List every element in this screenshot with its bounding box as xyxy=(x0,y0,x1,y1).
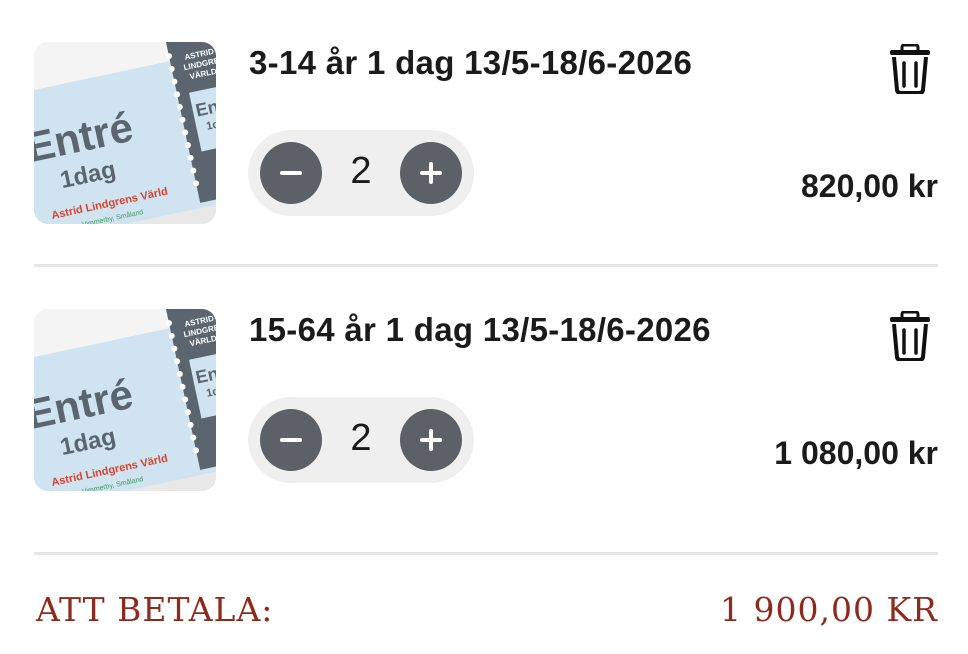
plus-icon xyxy=(420,429,442,451)
increase-quantity-button[interactable] xyxy=(400,409,462,471)
cart-item: Entré 1dag Astrid Lindgrens Värld Vimmer… xyxy=(34,40,938,230)
item-price: 820,00 kr xyxy=(800,168,938,204)
divider xyxy=(34,264,938,267)
decrease-quantity-button[interactable] xyxy=(260,142,322,204)
stub-small-text: 1d xyxy=(205,118,216,132)
quantity-value: 2 xyxy=(350,417,372,459)
cart: Entré 1dag Astrid Lindgrens Värld Vimmer… xyxy=(0,0,968,654)
total-value: 1 900,00 KR xyxy=(720,590,938,629)
cart-item: Entré 1dag Astrid Lindgrens Värld Vimmer… xyxy=(34,307,938,497)
ticket-image: Entré 1dag Astrid Lindgrens Värld Vimmer… xyxy=(34,42,216,224)
divider xyxy=(34,552,938,555)
trash-icon[interactable] xyxy=(888,310,932,362)
plus-icon xyxy=(420,162,442,184)
quantity-stepper: 2 xyxy=(248,130,474,216)
quantity-stepper: 2 xyxy=(248,397,474,483)
increase-quantity-button[interactable] xyxy=(400,142,462,204)
minus-icon xyxy=(280,438,302,442)
stub-small-text: 1d xyxy=(205,385,216,399)
item-title: 15-64 år 1 dag 13/5-18/6-2026 xyxy=(249,311,711,348)
item-title: 3-14 år 1 dag 13/5-18/6-2026 xyxy=(249,44,693,81)
item-price: 1 080,00 kr xyxy=(774,435,938,471)
minus-icon xyxy=(280,171,302,175)
trash-icon[interactable] xyxy=(888,43,932,95)
ticket-image: Entré 1dag Astrid Lindgrens Värld Vimmer… xyxy=(34,309,216,491)
decrease-quantity-button[interactable] xyxy=(260,409,322,471)
total-label: ATT BETALA: xyxy=(36,590,274,629)
quantity-value: 2 xyxy=(350,150,372,192)
